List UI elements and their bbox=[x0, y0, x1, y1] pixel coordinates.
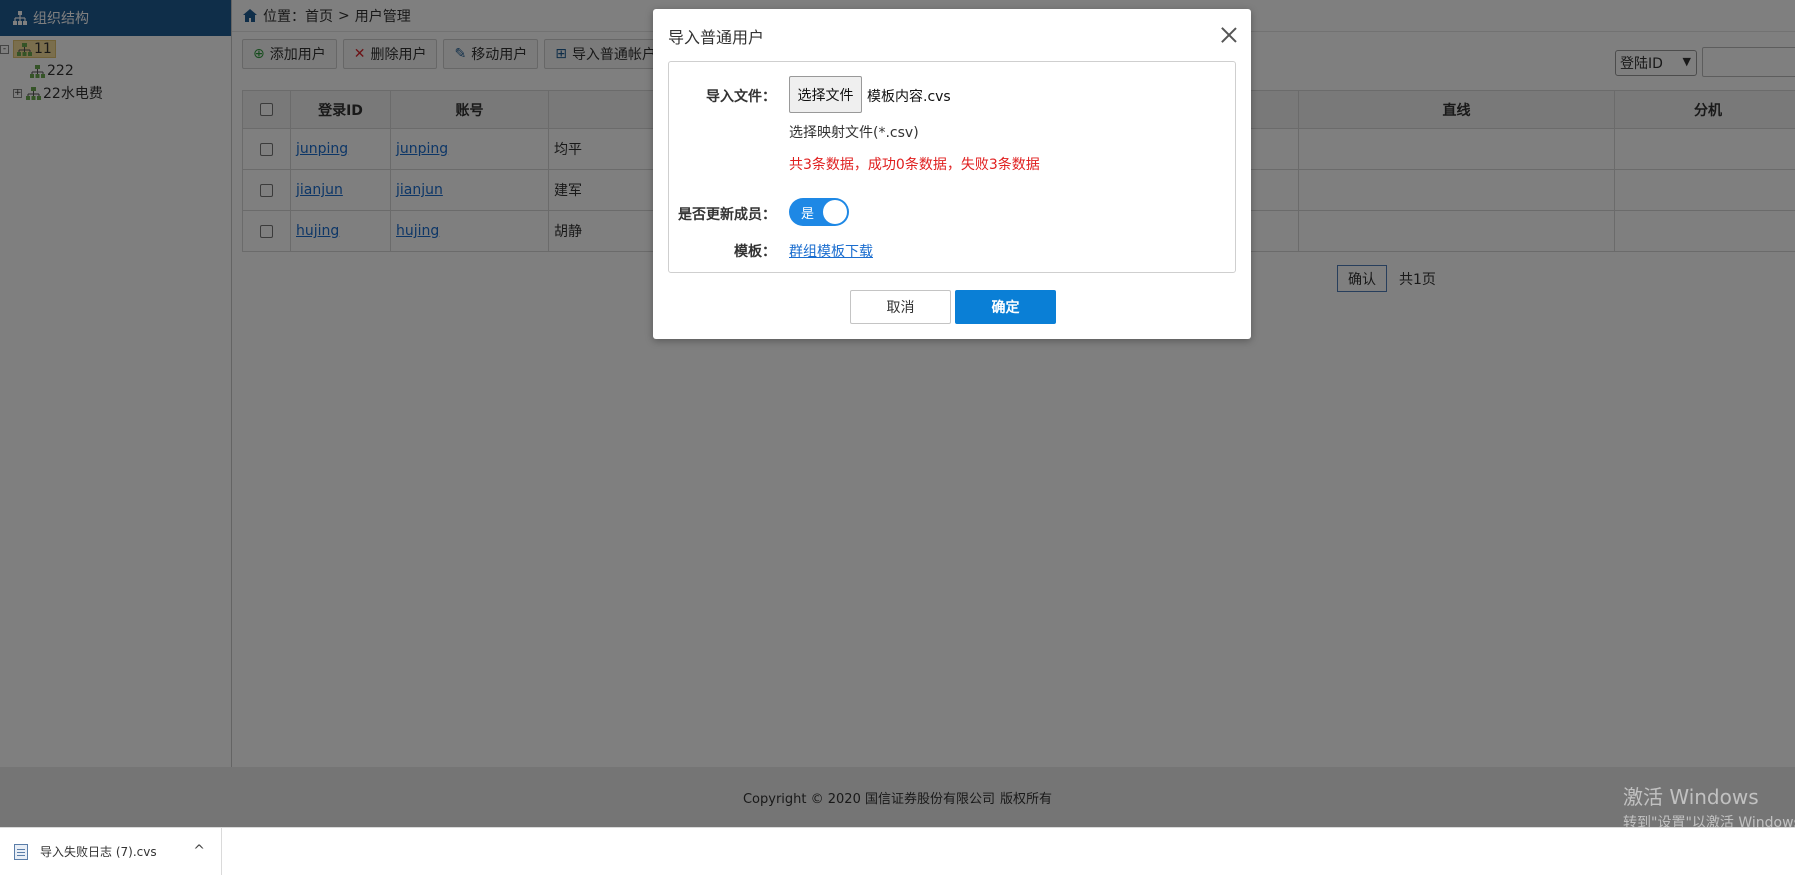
mapping-file-hint: 选择映射文件(*.csv) bbox=[789, 125, 919, 141]
import-result-error: 共3条数据，成功0条数据，失败3条数据 bbox=[789, 157, 1040, 173]
dialog-body: 导入文件： 选择文件 模板内容.cvs 选择映射文件(*.csv) 共3条数据，… bbox=[668, 61, 1236, 273]
import-users-dialog: 导入普通用户 导入文件： 选择文件 模板内容.cvs 选择映射文件(*.csv)… bbox=[653, 9, 1251, 339]
toggle-knob bbox=[823, 200, 847, 224]
dialog-title: 导入普通用户 bbox=[668, 28, 765, 47]
template-download-link[interactable]: 群组模板下载 bbox=[789, 241, 873, 261]
toggle-text: 是 bbox=[801, 207, 815, 222]
chevron-up-icon[interactable]: ^ bbox=[193, 843, 205, 859]
close-icon[interactable] bbox=[1219, 25, 1239, 45]
download-file-name: 导入失败日志 (7).cvs bbox=[40, 845, 157, 859]
browser-download-bar: 导入失败日志 (7).cvs ^ bbox=[0, 827, 1795, 875]
selected-file-name: 模板内容.cvs bbox=[867, 89, 951, 105]
windows-activation-watermark: 激活 Windows 转到"设置"以激活 Windows。 bbox=[1623, 781, 1795, 832]
download-item[interactable]: 导入失败日志 (7).cvs ^ bbox=[0, 827, 222, 875]
confirm-button[interactable]: 确定 bbox=[955, 290, 1056, 324]
file-icon bbox=[14, 843, 28, 860]
cancel-button[interactable]: 取消 bbox=[850, 290, 951, 324]
import-file-label: 导入文件： bbox=[706, 89, 776, 105]
template-label: 模板： bbox=[734, 244, 776, 260]
update-members-label: 是否更新成员： bbox=[678, 207, 776, 223]
choose-file-button[interactable]: 选择文件 bbox=[789, 76, 862, 113]
watermark-title: 激活 Windows bbox=[1623, 785, 1759, 809]
update-members-toggle[interactable]: 是 bbox=[789, 198, 849, 226]
